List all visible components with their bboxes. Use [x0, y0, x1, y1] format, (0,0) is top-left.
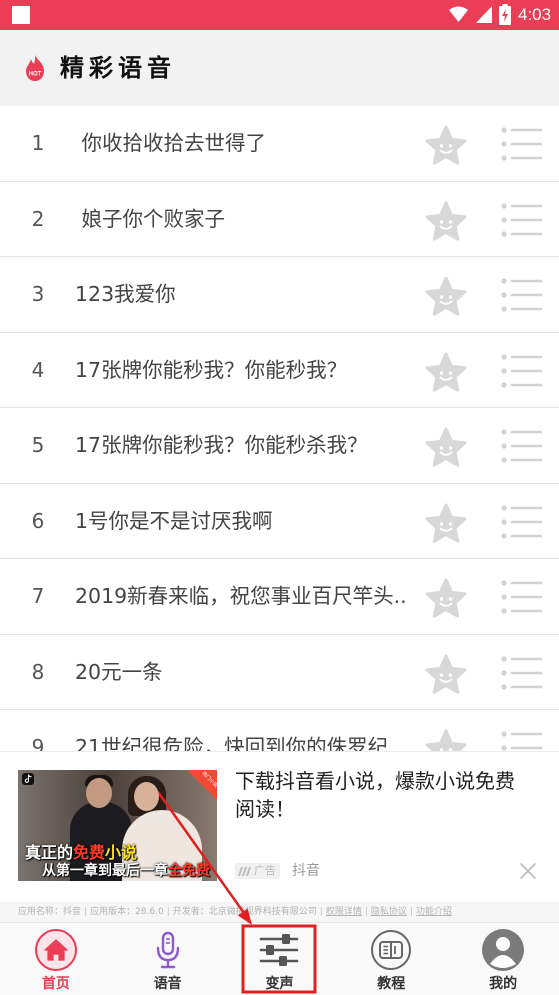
item-index: 1	[31, 131, 45, 155]
list-menu-icon[interactable]	[499, 425, 543, 467]
status-time: 4:03	[518, 5, 552, 24]
user-avatar-icon	[481, 928, 525, 972]
ad-image-headline-a: 真正的	[25, 843, 74, 862]
app-info-version: 应用版本：28.6.0	[81, 907, 164, 917]
ad-image-headline-c: 小说	[105, 843, 138, 862]
item-index: 7	[31, 584, 45, 608]
item-title: 20元一条	[75, 659, 163, 684]
battery-charging-icon	[499, 4, 511, 25]
hot-novel-corner-badge: 热门小说	[187, 770, 217, 800]
favorite-star-icon[interactable]	[424, 502, 468, 544]
close-icon[interactable]	[519, 862, 537, 880]
ad-image-headline-b: 免费	[73, 843, 106, 862]
list-item[interactable]: 7 2019新春来临，祝您事业百尺竿头..	[0, 559, 559, 635]
hot-badge-text: HOT	[29, 72, 42, 78]
tab-voice-label: 语音	[153, 976, 182, 992]
item-index: 3	[31, 282, 45, 306]
item-title: 2019新春来临，祝您事业百尺竿头..	[75, 584, 407, 608]
ad-title[interactable]: 下载抖音看小说，爆款小说免费阅读！	[235, 767, 527, 823]
ad-label: 广告	[235, 863, 280, 879]
tab-voice-changer[interactable]: 变声	[224, 923, 336, 995]
list-item[interactable]: 2 娘子你个败家子	[0, 181, 559, 257]
item-title: 娘子你个败家子	[75, 206, 226, 231]
ad-image-subline: 从第一章到最后一章全免费	[42, 863, 210, 879]
item-title: 17张牌你能秒我？你能秒杀我？	[75, 433, 368, 457]
section-header: HOT 精彩语音	[0, 30, 559, 106]
ad-network-logo-icon	[238, 866, 251, 876]
item-title: 123我爱你	[75, 282, 176, 306]
app-info-name: 应用名称：抖音	[18, 907, 82, 917]
list-item[interactable]: 5 17张牌你能秒我？你能秒杀我？	[0, 408, 559, 484]
list-item[interactable]: 1 你收拾收拾去世得了	[0, 106, 559, 182]
book-icon	[369, 928, 413, 972]
ad-image-subline-a: 从第一章到最后一章	[42, 863, 168, 879]
item-index: 8	[31, 659, 45, 684]
tab-voice[interactable]: 语音	[112, 923, 224, 995]
list-menu-icon[interactable]	[499, 274, 543, 316]
list-menu-icon[interactable]	[499, 501, 543, 543]
favorite-star-icon[interactable]	[424, 200, 468, 242]
list-menu-icon[interactable]	[499, 652, 543, 694]
list-menu-icon[interactable]	[499, 576, 543, 618]
tiktok-logo-icon	[22, 773, 34, 785]
item-title: 1号你是不是讨厌我啊	[75, 508, 273, 533]
favorite-star-icon[interactable]	[424, 351, 468, 393]
favorite-star-icon[interactable]	[424, 275, 468, 317]
tab-profile-label: 我的	[489, 976, 518, 992]
page-title: 精彩语音	[60, 54, 176, 82]
ad-banner[interactable]: 热门小说 真正的免费小说 从第一章到最后一章全免费 下载抖音看小说，爆款小说免费…	[0, 752, 559, 902]
item-index: 4	[31, 357, 45, 382]
tab-voice-changer-label: 变声	[265, 976, 294, 992]
ad-image-headline: 真正的免费小说	[25, 844, 137, 862]
tab-profile[interactable]: 我的	[447, 923, 559, 995]
favorite-star-icon[interactable]	[424, 653, 468, 695]
tab-tutorial[interactable]: 教程	[335, 923, 447, 995]
item-title: 17张牌你能秒我？你能秒我？	[75, 357, 348, 382]
hot-fire-icon: HOT	[26, 55, 44, 81]
ad-image-woman-head	[134, 782, 159, 811]
list-item[interactable]: 4 17张牌你能秒我？你能秒我？	[0, 332, 559, 408]
advertiser-name: 抖音	[292, 863, 320, 879]
favorite-star-icon[interactable]	[424, 124, 468, 166]
ad-image-man-head	[86, 778, 112, 808]
tab-tutorial-label: 教程	[377, 976, 406, 992]
list-menu-icon[interactable]	[499, 199, 543, 241]
signal-icon	[476, 6, 492, 23]
privacy-link[interactable]: 隐私协议	[362, 907, 407, 917]
bottom-nav: 首页 语音 变声 教程 我的	[0, 922, 559, 995]
sliders-icon	[257, 928, 301, 972]
app-info-developer: 开发者：北京微播视界科技有限公司	[164, 907, 317, 917]
corner-badge-text: 热门小说	[200, 770, 217, 790]
wifi-icon	[449, 6, 468, 22]
item-index: 5	[31, 433, 45, 457]
microphone-icon	[146, 928, 190, 972]
list-item[interactable]: 3 123我爱你	[0, 257, 559, 333]
list-item[interactable]: 8 20元一条	[0, 634, 559, 710]
item-index: 6	[31, 508, 45, 533]
favorite-star-icon[interactable]	[424, 426, 468, 468]
ad-image[interactable]: 热门小说 真正的免费小说 从第一章到最后一章全免费	[18, 770, 217, 881]
voice-list: 1 你收拾收拾去世得了 2 娘子你个败家子 3 123我爱你 4 17张牌你能秒…	[0, 106, 559, 786]
status-bar: 4:03	[0, 0, 559, 30]
home-icon	[34, 928, 78, 972]
tab-home[interactable]: 首页	[0, 923, 112, 995]
favorite-star-icon[interactable]	[424, 577, 468, 619]
notification-icon	[12, 6, 30, 24]
list-menu-icon[interactable]	[499, 350, 543, 392]
item-index: 2	[31, 206, 45, 231]
list-item[interactable]: 6 1号你是不是讨厌我啊	[0, 483, 559, 559]
ad-label-text: 广告	[254, 864, 276, 877]
app-screen: 4:03 HOT 精彩语音 1 你收拾收拾去世得了 2 娘子你个败家子 3 12…	[0, 0, 559, 995]
tab-home-label: 首页	[41, 976, 70, 992]
item-title: 你收拾收拾去世得了	[75, 131, 267, 155]
ad-app-info: 应用名称：抖音应用版本：28.6.0开发者：北京微播视界科技有限公司权限详情隐私…	[0, 902, 559, 922]
features-link[interactable]: 功能介绍	[407, 907, 452, 917]
ad-image-subline-b: 全免费	[168, 863, 210, 879]
permissions-link[interactable]: 权限详情	[317, 907, 362, 917]
list-menu-icon[interactable]	[499, 123, 543, 165]
